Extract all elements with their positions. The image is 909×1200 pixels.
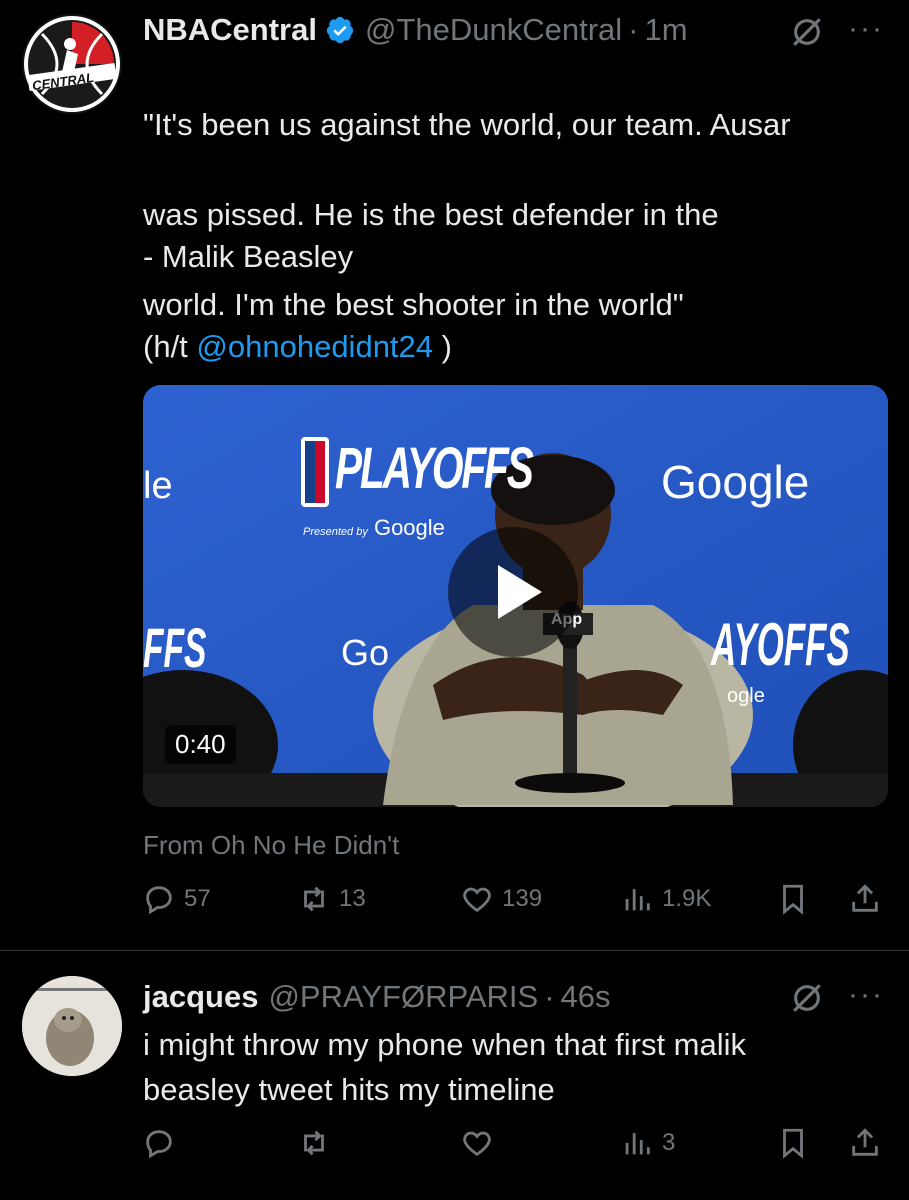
- share-icon: [852, 884, 878, 912]
- share-button[interactable]: [848, 1126, 882, 1160]
- avatar-image: [22, 976, 122, 1076]
- tweet-text-line-2: was pissed. He is the best defender in t…: [143, 197, 719, 232]
- share-button[interactable]: [848, 882, 882, 916]
- timestamp[interactable]: 1m: [645, 12, 688, 48]
- retweet-icon: [304, 1130, 324, 1156]
- tweet-header: jacques @PRAYFØRPARIS · 46s: [143, 979, 611, 1015]
- separator-dot: ·: [628, 12, 639, 47]
- more-icon[interactable]: ···: [848, 12, 884, 46]
- retweet-icon: [304, 886, 324, 912]
- like-button[interactable]: 139: [460, 882, 542, 916]
- presented-by-text: Presented by Google: [303, 515, 445, 541]
- reply-icon: [146, 1130, 172, 1159]
- video-source[interactable]: From Oh No He Didn't: [143, 830, 399, 861]
- avatar[interactable]: CENTRAL: [22, 14, 122, 114]
- views-button[interactable]: 3: [620, 1126, 675, 1160]
- attribution-text: - Malik Beasley: [143, 239, 354, 274]
- banner-right-partial: AYOFFS: [711, 611, 850, 678]
- views-icon: [625, 889, 650, 911]
- bookmark-button[interactable]: [776, 882, 810, 916]
- grok-icon[interactable]: [790, 15, 824, 49]
- like-count: 139: [502, 885, 543, 912]
- central-logo: [24, 16, 120, 112]
- tweet-text-line-1: "It's been us against the world, our tea…: [143, 107, 791, 142]
- reply-icon: [146, 886, 172, 915]
- tweet-actions: 3: [142, 1126, 887, 1166]
- views-count: 1.9K: [662, 885, 712, 912]
- tweet-text-line-3: world. I'm the best shooter in the world…: [143, 287, 684, 322]
- user-handle[interactable]: @PRAYFØRPARIS: [268, 979, 538, 1015]
- presented-by-label: Presented by: [303, 526, 368, 538]
- banner-left-partial-top: le: [143, 465, 173, 507]
- tweet-text: i might throw my phone when that first m…: [143, 1027, 747, 1107]
- avatar[interactable]: [22, 976, 122, 1076]
- views-button[interactable]: 1.9K: [620, 882, 711, 916]
- like-button[interactable]: [460, 1126, 502, 1160]
- bookmark-button[interactable]: [776, 1126, 810, 1160]
- google-banner-right: Google: [661, 456, 810, 508]
- hat-tip-prefix: (h/t: [143, 329, 197, 364]
- reply-button[interactable]: 57: [142, 882, 211, 916]
- presented-google: Google: [373, 515, 445, 540]
- play-button[interactable]: [448, 527, 578, 657]
- tweet-actions: 57 13 139 1.9K: [142, 882, 887, 922]
- reply-button[interactable]: [142, 1126, 184, 1160]
- user-handle[interactable]: @TheDunkCentral: [365, 12, 622, 48]
- grok-icon[interactable]: [790, 981, 824, 1015]
- reply-count: 57: [184, 885, 211, 912]
- timestamp[interactable]: 46s: [561, 979, 611, 1015]
- retweet-button[interactable]: 13: [297, 882, 366, 916]
- tweet-nbacentral[interactable]: CENTRAL NBACentral @TheDunkCentral · 1m …: [0, 0, 909, 950]
- share-icon: [852, 1128, 878, 1156]
- banner-left-partial: FFS: [143, 616, 207, 679]
- more-icon[interactable]: ···: [848, 978, 884, 1012]
- video-player[interactable]: PLAYOFFS Presented by Google Google le F…: [143, 385, 888, 807]
- display-name[interactable]: jacques: [143, 979, 258, 1015]
- tweet-header: NBACentral @TheDunkCentral · 1m: [143, 12, 688, 48]
- separator-dot: ·: [544, 979, 555, 1014]
- banner-mid-partial: Go: [341, 632, 390, 673]
- mention-link[interactable]: @ohnohedidnt24: [196, 329, 433, 364]
- playoffs-banner: PLAYOFFS: [335, 436, 534, 501]
- bookmark-icon: [783, 1128, 803, 1159]
- hat-tip-line: (h/t @ohnohedidnt24 ): [143, 324, 452, 369]
- retweet-button[interactable]: [297, 1126, 339, 1160]
- play-icon: [498, 565, 542, 619]
- hat-tip-suffix: ): [433, 329, 452, 364]
- banner-right-google-partial: ogle: [727, 685, 765, 707]
- tweet-jacques[interactable]: jacques @PRAYFØRPARIS · 46s ··· i might …: [0, 951, 909, 1200]
- like-icon: [463, 1131, 491, 1157]
- bookmark-icon: [783, 884, 803, 915]
- like-icon: [463, 887, 491, 913]
- verified-badge-icon: [326, 16, 354, 44]
- display-name[interactable]: NBACentral: [143, 12, 317, 48]
- views-count: 3: [662, 1129, 676, 1156]
- views-icon: [625, 1133, 650, 1155]
- retweet-count: 13: [339, 885, 366, 912]
- video-duration: 0:40: [165, 725, 236, 764]
